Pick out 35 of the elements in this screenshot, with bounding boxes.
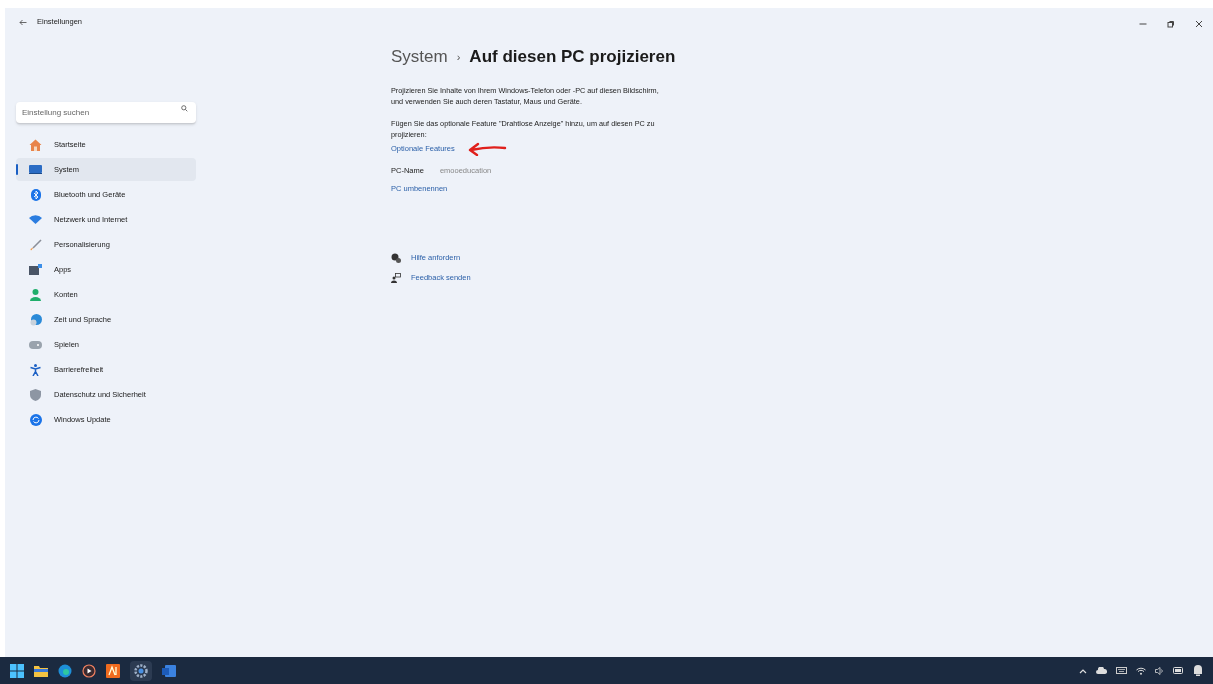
update-icon [29,413,42,426]
close-button[interactable] [1195,20,1203,28]
keyboard-icon[interactable] [1116,667,1127,674]
back-button[interactable] [19,18,27,26]
breadcrumb-separator: › [456,49,461,65]
search-icon [181,105,188,112]
gamepad-icon [29,340,42,349]
battery-icon[interactable] [1173,667,1184,674]
folder-icon[interactable] [34,664,48,677]
page-title: Auf diesen PC projizieren [469,46,676,68]
restore-button[interactable] [1167,20,1175,28]
breadcrumb-link[interactable]: System [391,44,448,70]
shield-icon [30,388,41,401]
brush-icon [29,238,42,251]
feedback-icon [391,272,401,283]
person-icon [30,288,41,301]
volume-icon[interactable] [1155,666,1164,675]
app-icon[interactable] [106,663,120,678]
wifi-icon [29,215,42,224]
wifi-icon[interactable] [1136,666,1146,675]
browser-icon[interactable] [58,663,72,678]
annotation-arrow-icon [466,141,507,156]
notification-icon[interactable] [1193,665,1203,676]
apps-icon [29,264,42,275]
cloud-icon[interactable] [1096,667,1107,674]
accessibility-icon [30,363,41,376]
media-player-icon[interactable] [82,663,96,678]
settings-icon[interactable] [134,663,148,678]
search-field[interactable]: Einstellung suchen [16,102,196,124]
bluetooth-icon [30,188,41,201]
monitor-icon [29,165,42,174]
start-icon[interactable] [10,663,24,678]
word-icon[interactable] [162,663,176,678]
chevron-up-icon[interactable] [1079,667,1087,674]
home-icon [29,138,42,151]
